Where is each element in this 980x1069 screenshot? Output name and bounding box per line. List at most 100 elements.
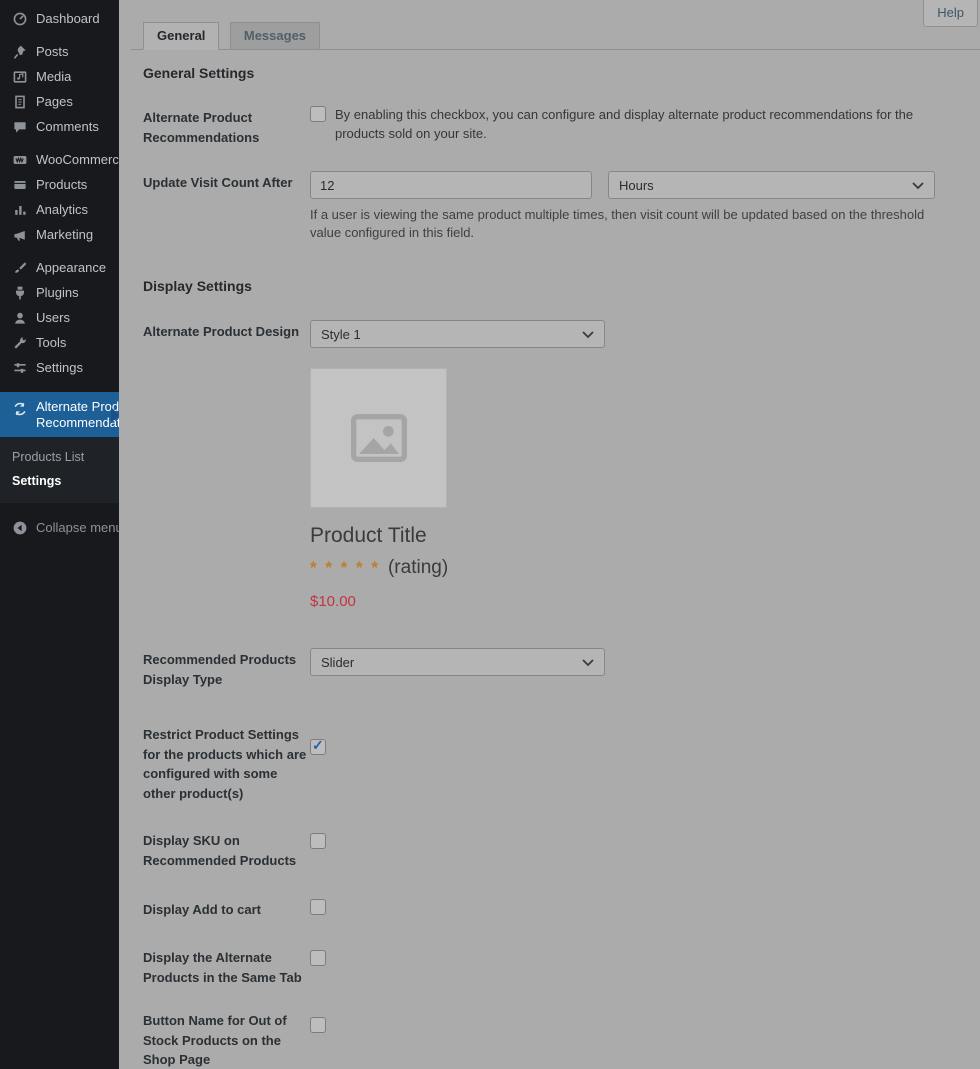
help-button[interactable]: Help [923, 0, 978, 27]
sidebar-item-label: Products [36, 177, 88, 192]
enable-recommendations-description: By enabling this checkbox, you can confi… [335, 107, 914, 141]
sidebar-item-label: Posts [36, 44, 69, 59]
circular-arrows-icon [11, 400, 28, 417]
sidebar-item-label: Comments [36, 119, 99, 134]
out-of-stock-button-row: Button Name for Out of Stock Products on… [143, 1009, 956, 1069]
sidebar-item-dashboard[interactable]: Dashboard [0, 6, 119, 31]
products-icon [11, 176, 28, 193]
sidebar-item-label: Plugins [36, 285, 79, 300]
same-tab-checkbox[interactable] [310, 950, 326, 967]
sidebar-item-label: Analytics [36, 202, 89, 217]
visit-count-input[interactable] [310, 171, 592, 199]
sidebar-item-analytics[interactable]: Analytics [0, 197, 119, 222]
settings-page: Help General Messages General Settings A… [119, 0, 980, 1069]
display-sku-checkbox[interactable] [310, 833, 326, 850]
restrict-product-settings-row: Restrict Product Settings for the produc… [143, 723, 956, 803]
chevron-down-icon [582, 659, 594, 667]
product-preview: Product Title * * * * * (rating) $10.00 [310, 368, 956, 610]
sidebar-item-label: Users [36, 310, 70, 325]
product-design-label: Alternate Product Design [143, 324, 300, 340]
chevron-down-icon [582, 331, 594, 339]
general-settings-heading: General Settings [143, 65, 255, 81]
visit-count-unit-value: Hours [619, 178, 654, 193]
submenu-item-products-list[interactable]: Products List [0, 445, 119, 469]
megaphone-icon [11, 226, 28, 243]
enable-recommendations-row: Alternate Product Recommendations By ena… [143, 106, 956, 147]
out-of-stock-button-checkbox[interactable] [310, 1017, 326, 1034]
sidebar-item-label: Pages [36, 94, 73, 109]
visit-count-label: Update Visit Count After [143, 175, 293, 190]
sidebar-item-label: Settings [36, 360, 83, 375]
enable-recommendations-checkbox[interactable] [310, 106, 326, 122]
display-type-value: Slider [321, 655, 355, 671]
restrict-product-settings-label: Restrict Product Settings for the produc… [143, 727, 307, 801]
sidebar-item-woocommerce[interactable]: WooCommerce [0, 147, 126, 172]
preview-product-title: Product Title [310, 524, 427, 548]
tab-messages[interactable]: Messages [229, 22, 321, 50]
sidebar-item-products[interactable]: Products [0, 172, 119, 197]
sidebar-item-plugins[interactable]: Plugins [0, 280, 119, 305]
chevron-down-icon [912, 182, 924, 190]
restrict-product-settings-checkbox[interactable] [310, 737, 326, 756]
sidebar-item-marketing[interactable]: Marketing [0, 222, 119, 247]
product-image-placeholder [310, 368, 447, 509]
sidebar-item-tools[interactable]: Tools [0, 330, 119, 355]
pushpin-icon [11, 43, 28, 60]
preview-product-price: $10.00 [310, 593, 356, 611]
product-design-select[interactable]: Style 1 [310, 320, 605, 349]
comments-icon [11, 118, 28, 135]
display-add-to-cart-row: Display Add to cart [143, 898, 956, 920]
settings-form: General Settings Alternate Product Recom… [119, 65, 980, 1069]
woocommerce-icon [11, 151, 28, 168]
sidebar-item-settings[interactable]: Settings [0, 355, 119, 380]
display-add-to-cart-label: Display Add to cart [143, 902, 261, 918]
sliders-icon [11, 359, 28, 376]
user-icon [11, 309, 28, 326]
sidebar-item-label: Appearance [36, 260, 107, 275]
sidebar-item-label: Marketing [36, 227, 94, 242]
sidebar-item-alternate-product-recommendations[interactable]: Alternate Product Recommendations [0, 392, 144, 438]
brush-icon [11, 259, 28, 276]
pages-icon [11, 93, 28, 110]
admin-sidebar: Dashboard Posts Media Pages Comments Woo… [0, 0, 144, 1069]
out-of-stock-button-label: Button Name for Out of Stock Products on… [143, 1013, 287, 1068]
display-sku-label: Display SKU on Recommended Products [143, 833, 297, 868]
display-add-to-cart-checkbox[interactable] [310, 899, 326, 916]
sidebar-item-comments[interactable]: Comments [0, 114, 119, 139]
product-design-row: Alternate Product Design Style 1 [143, 320, 956, 349]
sidebar-item-label: Media [36, 69, 72, 84]
display-type-label: Recommended Products Display Type [143, 652, 297, 687]
visit-count-row: Update Visit Count After Hours If a user… [143, 171, 956, 242]
rating-label: (rating) [387, 557, 449, 579]
visit-count-unit-select[interactable]: Hours [608, 171, 935, 199]
display-type-select[interactable]: Slider [310, 648, 605, 677]
product-design-value: Style 1 [321, 327, 361, 343]
sidebar-item-label: Tools [36, 335, 67, 350]
sidebar-item-media[interactable]: Media [0, 64, 119, 89]
sidebar-submenu: Products List Settings [0, 437, 119, 504]
wrench-icon [11, 334, 28, 351]
sidebar-item-pages[interactable]: Pages [0, 89, 119, 114]
sidebar-item-appearance[interactable]: Appearance [0, 255, 119, 280]
enable-recommendations-label: Alternate Product Recommendations [143, 110, 260, 145]
submenu-item-settings[interactable]: Settings [0, 469, 119, 493]
dashboard-icon [11, 10, 28, 27]
sidebar-item-posts[interactable]: Posts [0, 39, 119, 64]
display-sku-row: Display SKU on Recommended Products [143, 829, 956, 870]
sidebar-item-users[interactable]: Users [0, 305, 119, 330]
visit-count-help-text: If a user is viewing the same product mu… [310, 207, 925, 241]
collapse-menu-button[interactable]: Collapse menu [0, 515, 123, 540]
wp-admin-page: Dashboard Posts Media Pages Comments Woo… [0, 0, 980, 1069]
preview-rating-row: * * * * * (rating) [310, 557, 956, 579]
settings-tabs: General Messages [131, 22, 980, 50]
sidebar-item-label: WooCommerce [36, 152, 127, 167]
analytics-icon [11, 201, 28, 218]
media-icon [11, 68, 28, 85]
plug-icon [11, 284, 28, 301]
rating-stars: * * * * * [310, 558, 380, 578]
collapse-arrow-icon [11, 519, 28, 536]
tab-general[interactable]: General [143, 22, 220, 50]
same-tab-label: Display the Alternate Products in the Sa… [143, 950, 302, 985]
sidebar-item-label: Dashboard [36, 11, 100, 26]
same-tab-row: Display the Alternate Products in the Sa… [143, 946, 956, 987]
